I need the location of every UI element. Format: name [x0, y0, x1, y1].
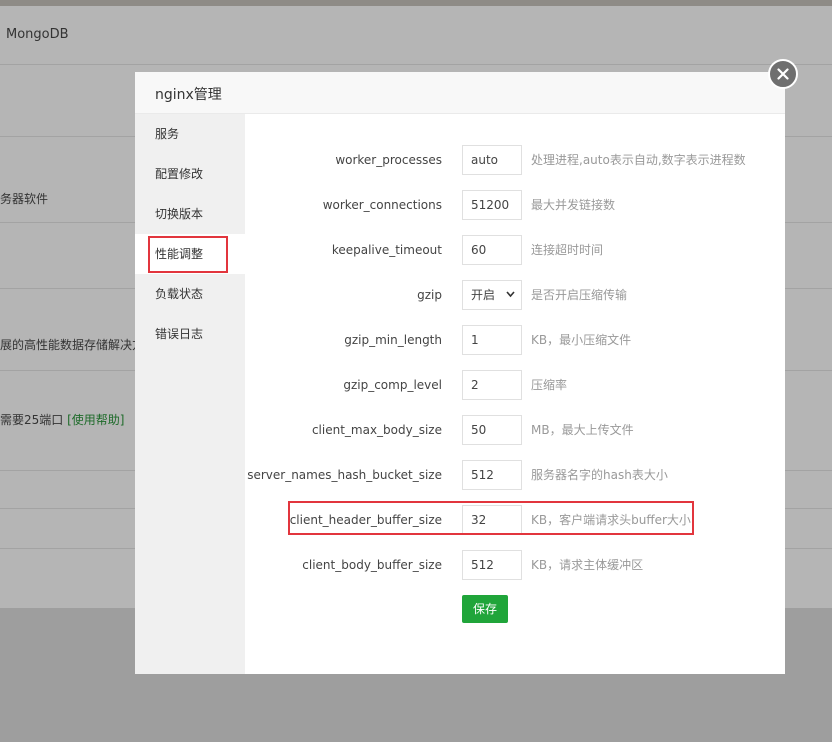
save-button[interactable]: 保存 — [462, 595, 508, 623]
field-hint: KB，请求主体缓冲区 — [531, 558, 644, 572]
gzip-min-length-input[interactable] — [462, 325, 522, 355]
background-text-port: 需要25端口 — [0, 413, 64, 427]
field-label: keepalive_timeout — [331, 243, 442, 257]
gzip-select[interactable]: 开启 — [462, 280, 522, 310]
background-text: 务器软件 — [0, 192, 49, 206]
form-row-worker-connections: worker_connections 最大并发链接数 — [245, 190, 785, 220]
field-label: client_body_buffer_size — [302, 558, 442, 572]
field-label: gzip — [417, 288, 442, 302]
close-icon — [777, 68, 789, 80]
chevron-down-icon — [506, 291, 515, 298]
close-button[interactable] — [768, 59, 798, 89]
field-hint: 连接超时时间 — [531, 243, 604, 257]
background-header-text: MongoDB — [6, 27, 69, 42]
sidebar-item-version[interactable]: 切换版本 — [135, 194, 245, 234]
sidebar-item-performance[interactable]: 性能调整 — [135, 234, 245, 274]
server-names-hash-bucket-size-input[interactable] — [462, 460, 522, 490]
form-row-client-max-body-size: client_max_body_size MB，最大上传文件 — [245, 415, 785, 445]
field-label: client_max_body_size — [311, 423, 442, 437]
keepalive-timeout-input[interactable] — [462, 235, 522, 265]
background-divider — [0, 64, 832, 65]
form-row-gzip-comp-level: gzip_comp_level 压缩率 — [245, 370, 785, 400]
sidebar-item-load-status[interactable]: 负载状态 — [135, 274, 245, 314]
worker-connections-input[interactable] — [462, 190, 522, 220]
help-link[interactable]: [使用帮助] — [67, 413, 124, 427]
field-label: gzip_min_length — [344, 333, 442, 347]
field-hint: 服务器名字的hash表大小 — [531, 468, 668, 482]
background-text: 需要25端口 [使用帮助] — [0, 411, 124, 428]
form-row-keepalive-timeout: keepalive_timeout 连接超时时间 — [245, 235, 785, 265]
dialog-header: nginx管理 — [135, 72, 785, 114]
form-row-worker-processes: worker_processes 处理进程,auto表示自动,数字表示进程数 — [245, 145, 785, 175]
field-hint: 压缩率 — [531, 378, 568, 392]
highlight-box — [148, 236, 228, 273]
sidebar-item-service[interactable]: 服务 — [135, 114, 245, 154]
worker-processes-input[interactable] — [462, 145, 522, 175]
sidebar-item-config[interactable]: 配置修改 — [135, 154, 245, 194]
field-hint: 是否开启压缩传输 — [531, 288, 628, 302]
background-text: 展的高性能数据存储解决方 — [0, 338, 145, 352]
field-label: server_names_hash_bucket_size — [247, 468, 442, 482]
gzip-comp-level-input[interactable] — [462, 370, 522, 400]
form-row-client-body-buffer-size: client_body_buffer_size KB，请求主体缓冲区 — [245, 550, 785, 580]
field-hint: KB，最小压缩文件 — [531, 333, 632, 347]
field-hint: MB，最大上传文件 — [531, 423, 634, 437]
field-label: gzip_comp_level — [343, 378, 442, 392]
nginx-manage-dialog: nginx管理 服务 配置修改 切换版本 性能调整 负载状态 错误日志 work… — [135, 72, 785, 674]
field-label: worker_processes — [335, 153, 442, 167]
field-hint: 最大并发链接数 — [531, 198, 616, 212]
gzip-select-value: 开启 — [471, 288, 496, 302]
form-row-server-names-hash-bucket-size: server_names_hash_bucket_size 服务器名字的hash… — [245, 460, 785, 490]
dialog-title: nginx管理 — [155, 87, 222, 103]
field-label: worker_connections — [322, 198, 442, 212]
field-hint: 处理进程,auto表示自动,数字表示进程数 — [531, 153, 746, 167]
form-row-gzip-min-length: gzip_min_length KB，最小压缩文件 — [245, 325, 785, 355]
client-body-buffer-size-input[interactable] — [462, 550, 522, 580]
form-row-gzip: gzip 开启 是否开启压缩传输 — [245, 280, 785, 310]
client-max-body-size-input[interactable] — [462, 415, 522, 445]
dialog-sidebar: 服务 配置修改 切换版本 性能调整 负载状态 错误日志 — [135, 114, 245, 674]
highlight-box — [288, 501, 694, 535]
sidebar-item-error-log[interactable]: 错误日志 — [135, 314, 245, 354]
